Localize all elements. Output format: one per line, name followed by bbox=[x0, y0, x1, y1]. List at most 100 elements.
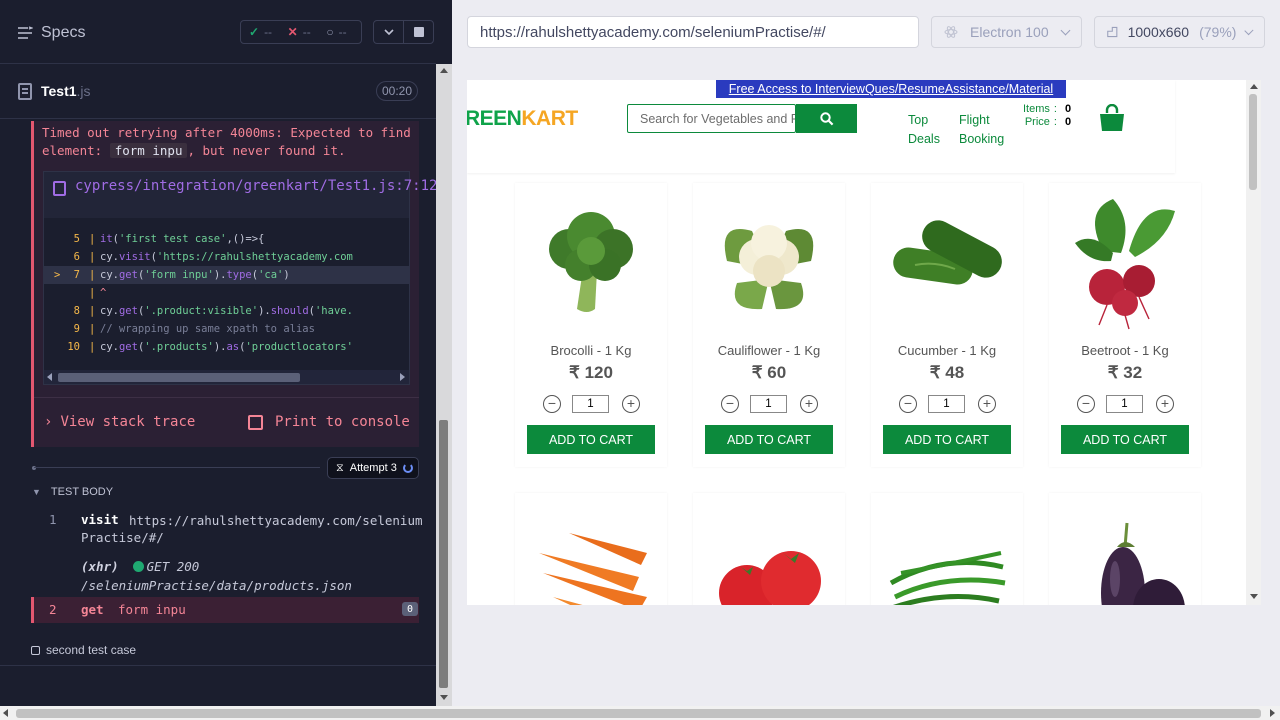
add-to-cart-button[interactable]: ADD TO CART bbox=[883, 425, 1011, 454]
viewport-select[interactable]: 1000x660 (79%) bbox=[1094, 16, 1265, 48]
cart-price-value: 0 bbox=[1064, 116, 1072, 128]
reporter-header: Specs ✓ -- ✕ -- ○ -- bbox=[0, 0, 436, 64]
scroll-left-arrow-icon[interactable] bbox=[3, 709, 8, 717]
scroll-right-arrow-icon[interactable] bbox=[1270, 709, 1275, 717]
second-test-row[interactable]: second test case bbox=[31, 643, 136, 657]
cucumber-image bbox=[893, 220, 1002, 285]
test-body-label[interactable]: ▼ TEST BODY bbox=[32, 486, 113, 498]
line-text: ^ bbox=[100, 287, 107, 299]
increment-button[interactable]: + bbox=[800, 395, 818, 413]
spec-filename: Test1.js bbox=[41, 83, 91, 99]
document-icon bbox=[18, 83, 32, 100]
specs-label: Specs bbox=[41, 24, 86, 41]
add-to-cart-button[interactable]: ADD TO CART bbox=[527, 425, 655, 454]
line-text: cy.get('.product:visible').should('have. bbox=[100, 305, 353, 317]
xhr-event[interactable]: (xhr) GET 200/seleniumPractise/data/produ… bbox=[81, 557, 401, 595]
free-access-link[interactable]: Free Access to InterviewQues/ResumeAssis… bbox=[716, 80, 1066, 98]
line-gutter: | bbox=[89, 305, 96, 317]
attempt-tag[interactable]: ⧖ Attempt 3 bbox=[327, 457, 419, 479]
add-to-cart-button[interactable]: ADD TO CART bbox=[1061, 425, 1189, 454]
increment-button[interactable]: + bbox=[978, 395, 996, 413]
line-number: 6 bbox=[73, 251, 80, 263]
spec-row[interactable]: Test1.js 00:20 bbox=[0, 65, 436, 119]
scroll-up-arrow-icon[interactable] bbox=[1250, 84, 1258, 89]
quantity-input[interactable]: 1 bbox=[750, 395, 787, 413]
line-number: 9 bbox=[73, 323, 80, 335]
scrollbar-thumb[interactable] bbox=[439, 420, 448, 688]
quantity-input[interactable]: 1 bbox=[928, 395, 965, 413]
line-gutter: | bbox=[89, 269, 96, 281]
line-text: cy.visit('https://rahulshettyacademy.com bbox=[100, 251, 353, 263]
scroll-left-arrow-icon[interactable] bbox=[47, 373, 52, 381]
search-button[interactable] bbox=[796, 104, 857, 133]
greenkart-logo[interactable]: REENKART bbox=[467, 107, 578, 131]
scroll-down-arrow-icon[interactable] bbox=[1250, 594, 1258, 599]
x-icon: ✕ bbox=[287, 25, 298, 39]
passed-stat: ✓ -- bbox=[249, 25, 284, 39]
code-frame-scrollbar[interactable] bbox=[44, 370, 409, 384]
browser-select[interactable]: Electron 100 bbox=[931, 16, 1082, 48]
brinjal-image bbox=[1101, 522, 1185, 605]
cart-bag-icon[interactable] bbox=[1099, 104, 1125, 132]
element-count-badge: 0 bbox=[402, 602, 418, 616]
app-under-test-panel: https://rahulshettyacademy.com/seleniumP… bbox=[452, 0, 1280, 706]
page-scrollbar[interactable] bbox=[1246, 80, 1261, 605]
ruler-icon bbox=[1107, 26, 1118, 38]
divider bbox=[0, 665, 436, 666]
product-card bbox=[1049, 493, 1201, 605]
stop-button[interactable] bbox=[403, 20, 434, 44]
decrement-button[interactable]: − bbox=[1077, 395, 1095, 413]
quantity-input[interactable]: 1 bbox=[572, 395, 609, 413]
top-deals-link[interactable]: Top Deals bbox=[908, 111, 940, 149]
code-line: 8 | cy.get('.product:visible').should('ha… bbox=[44, 302, 409, 320]
window-horizontal-scrollbar[interactable] bbox=[0, 706, 1280, 720]
view-stack-trace-button[interactable]: › View stack trace bbox=[44, 414, 195, 430]
quantity-input[interactable]: 1 bbox=[1106, 395, 1143, 413]
search-input[interactable]: Search for Vegetables and Fruits bbox=[627, 104, 796, 133]
scroll-up-arrow-icon[interactable] bbox=[440, 68, 448, 73]
scrollbar-thumb[interactable] bbox=[58, 373, 300, 382]
code-line: >7 | cy.get('form inpu').type('ca') bbox=[44, 266, 409, 284]
increment-button[interactable]: + bbox=[622, 395, 640, 413]
command-name: get bbox=[81, 602, 104, 617]
product-card bbox=[515, 493, 667, 605]
line-gutter: | bbox=[89, 287, 96, 299]
toggle-auto-scroll-button[interactable] bbox=[373, 20, 404, 44]
chevron-down-icon bbox=[383, 28, 394, 35]
code-frame-path[interactable]: cypress/integration/greenkart/Test1.js:7… bbox=[75, 178, 437, 195]
failed-command-row[interactable]: 2 get form inpu 0 bbox=[31, 597, 419, 623]
flight-booking-link[interactable]: Flight Booking bbox=[959, 111, 1004, 149]
product-card bbox=[871, 493, 1023, 605]
reporter-scrollbar[interactable] bbox=[436, 64, 452, 706]
scroll-down-arrow-icon[interactable] bbox=[440, 695, 448, 700]
product-name: Beetroot - 1 Kg bbox=[1081, 343, 1169, 358]
decrement-button[interactable]: − bbox=[721, 395, 739, 413]
url-bar[interactable]: https://rahulshettyacademy.com/seleniumP… bbox=[467, 16, 919, 48]
code-frame-header[interactable]: cypress/integration/greenkart/Test1.js:7… bbox=[44, 172, 437, 218]
add-to-cart-button[interactable]: ADD TO CART bbox=[705, 425, 833, 454]
spinner-icon bbox=[402, 463, 413, 473]
decrement-button[interactable]: − bbox=[899, 395, 917, 413]
chevron-down-icon bbox=[1244, 25, 1254, 35]
tomato-image bbox=[719, 551, 821, 605]
quantity-stepper: −1 + bbox=[1077, 395, 1174, 413]
line-gutter: | bbox=[89, 233, 96, 245]
command-log: 1 visit https://rahulshettyacademy.com/s… bbox=[31, 505, 423, 623]
failed-stat: ✕ -- bbox=[288, 25, 323, 39]
scroll-right-arrow-icon[interactable] bbox=[400, 373, 405, 381]
print-to-console-button[interactable]: Print to console bbox=[248, 414, 410, 430]
electron-icon bbox=[944, 26, 958, 38]
error-actions: › View stack trace Print to console bbox=[34, 397, 419, 447]
scrollbar-thumb[interactable] bbox=[1249, 94, 1257, 190]
command-row[interactable]: 1 visit https://rahulshettyacademy.com/s… bbox=[31, 505, 423, 597]
specs-toggle[interactable]: Specs bbox=[17, 22, 87, 44]
stop-icon bbox=[413, 27, 424, 37]
line-text: cy.get('.products').as('productlocators' bbox=[100, 341, 353, 353]
line-gutter: | bbox=[89, 323, 96, 335]
decrement-button[interactable]: − bbox=[543, 395, 561, 413]
scrollbar-thumb[interactable] bbox=[16, 709, 1261, 718]
increment-button[interactable]: + bbox=[1156, 395, 1174, 413]
command-name: visit bbox=[81, 512, 119, 527]
product-price: ₹ 60 bbox=[751, 363, 787, 382]
product-name: Cucumber - 1 Kg bbox=[897, 343, 997, 358]
